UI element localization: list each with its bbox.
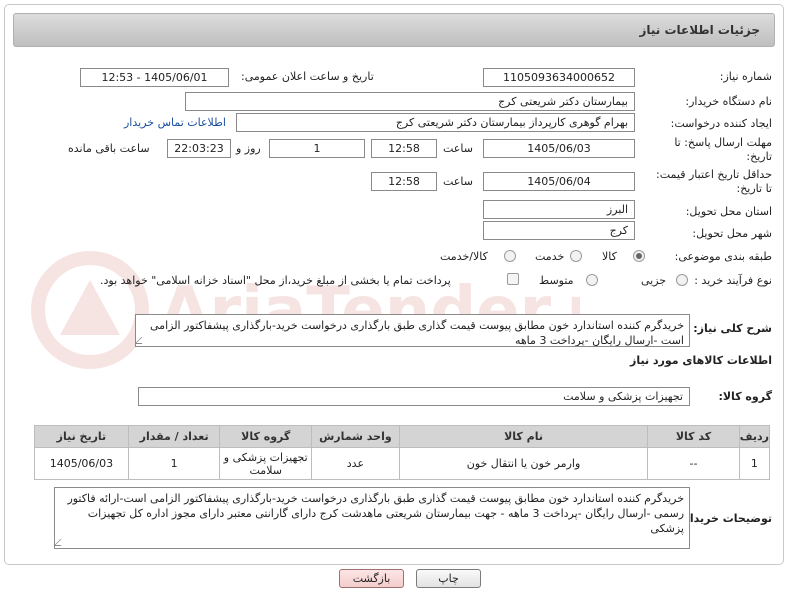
process-label: نوع فرآیند خرید : <box>694 274 772 287</box>
items-table: ردیف کد کالا نام کالا واحد شمارش گروه کا… <box>34 425 771 480</box>
deadline-time-field[interactable]: 12:58 <box>371 139 437 158</box>
creator-label: ایجاد کننده درخواست: <box>670 117 772 130</box>
validity-label-2: تا تاریخ: <box>736 182 772 195</box>
need-number-label: شماره نیاز: <box>719 70 772 83</box>
resize-grip-icon[interactable] <box>55 539 68 546</box>
resize-grip-icon[interactable] <box>136 337 149 344</box>
panel-title: جزئیات اطلاعات نیاز <box>639 23 760 37</box>
buyer-notes-label: توضیحات خریدار: <box>679 512 772 525</box>
col-item-code: کد کالا <box>647 425 740 448</box>
process-option-partial: جزیی <box>641 274 667 287</box>
col-group: گروه کالا <box>219 425 313 448</box>
province-label: استان محل تحویل: <box>685 205 772 218</box>
category-radio-service[interactable] <box>570 250 582 262</box>
goods-info-title: اطلاعات کالاهای مورد نیاز <box>630 354 772 367</box>
col-quantity: تعداد / مقدار <box>127 425 221 448</box>
cell-group: تجهیزات پزشکی و سلامت <box>219 447 313 480</box>
goods-group-field[interactable]: تجهیزات پزشکی و سلامت <box>138 387 690 406</box>
category-option-goods: کالا <box>602 250 617 263</box>
deadline-time-label: ساعت <box>443 142 473 155</box>
deadline-label-2: تاریخ: <box>746 150 772 163</box>
col-need-date: تاریخ نیاز <box>34 425 129 448</box>
deadline-date-field[interactable]: 1405/06/03 <box>483 139 635 158</box>
treasury-payment-checkbox[interactable] <box>507 273 519 285</box>
category-label: طبقه بندی موضوعی: <box>674 250 772 263</box>
category-radio-goods-service[interactable] <box>504 250 516 262</box>
cell-quantity: 1 <box>127 447 221 480</box>
category-option-service: خدمت <box>535 250 565 263</box>
goods-group-label: گروه کالا: <box>718 390 772 403</box>
day-label: روز و <box>236 142 261 155</box>
summary-textarea[interactable]: خریدگرم کننده استاندارد خون مطابق پیوست … <box>135 314 690 347</box>
validity-time-field[interactable]: 12:58 <box>371 172 437 191</box>
process-option-medium: متوسط <box>539 274 574 287</box>
col-item-name: نام کالا <box>398 425 649 448</box>
print-button[interactable]: چاپ <box>416 569 481 588</box>
province-field[interactable]: البرز <box>483 200 635 219</box>
cell-item-name: وارمر خون یا انتقال خون <box>398 447 649 480</box>
buyer-org-field[interactable]: بیمارستان دکتر شریعتی کرج <box>185 92 635 111</box>
contact-info-link[interactable]: اطلاعات تماس خریدار <box>124 116 226 129</box>
remaining-label: ساعت باقی مانده <box>68 142 150 155</box>
buyer-notes-textarea[interactable]: خریدگرم کننده استاندارد خون مطابق پیوست … <box>54 487 690 549</box>
cell-unit: عدد <box>311 447 400 480</box>
deadline-label-1: مهلت ارسال پاسخ: تا <box>674 136 772 149</box>
summary-label: شرح کلی نیاز: <box>693 322 772 335</box>
table-row[interactable]: 1 -- وارمر خون یا انتقال خون عدد تجهیزات… <box>34 447 771 480</box>
category-option-goods-service: کالا/خدمت <box>440 250 488 263</box>
need-number-field[interactable]: 1105093634000652 <box>483 68 635 87</box>
creator-field[interactable]: بهرام گوهری کارپرداز بیمارستان دکتر شریع… <box>236 113 635 132</box>
remaining-time-field[interactable]: 22:03:23 <box>167 139 231 158</box>
treasury-payment-note: پرداخت تمام یا بخشی از مبلغ خرید،از محل … <box>100 274 451 287</box>
city-field[interactable]: کرج <box>483 221 635 240</box>
panel-header: جزئیات اطلاعات نیاز <box>13 13 775 47</box>
validity-date-field[interactable]: 1405/06/04 <box>483 172 635 191</box>
process-radio-partial[interactable] <box>676 274 688 286</box>
days-count-field[interactable]: 1 <box>269 139 365 158</box>
col-unit: واحد شمارش <box>311 425 400 448</box>
cell-row-number: 1 <box>738 447 771 480</box>
process-radio-medium[interactable] <box>586 274 598 286</box>
buyer-org-label: نام دستگاه خریدار: <box>685 95 772 108</box>
back-button[interactable]: بازگشت <box>339 569 404 588</box>
announce-datetime-label: تاریخ و ساعت اعلان عمومی: <box>241 70 374 83</box>
col-row-number: ردیف <box>738 425 771 448</box>
validity-label-1: حداقل تاریخ اعتبار قیمت: <box>656 168 772 181</box>
cell-need-date: 1405/06/03 <box>34 447 129 480</box>
summary-text: خریدگرم کننده استاندارد خون مطابق پیوست … <box>150 319 684 347</box>
city-label: شهر محل تحویل: <box>692 227 772 240</box>
validity-time-label: ساعت <box>443 175 473 188</box>
cell-item-code: -- <box>647 447 740 480</box>
announce-datetime-field[interactable]: 1405/06/01 - 12:53 <box>80 68 229 87</box>
items-table-header: ردیف کد کالا نام کالا واحد شمارش گروه کا… <box>34 425 771 448</box>
category-radio-goods[interactable] <box>633 250 645 262</box>
buyer-notes-text: خریدگرم کننده استاندارد خون مطابق پیوست … <box>67 492 684 535</box>
